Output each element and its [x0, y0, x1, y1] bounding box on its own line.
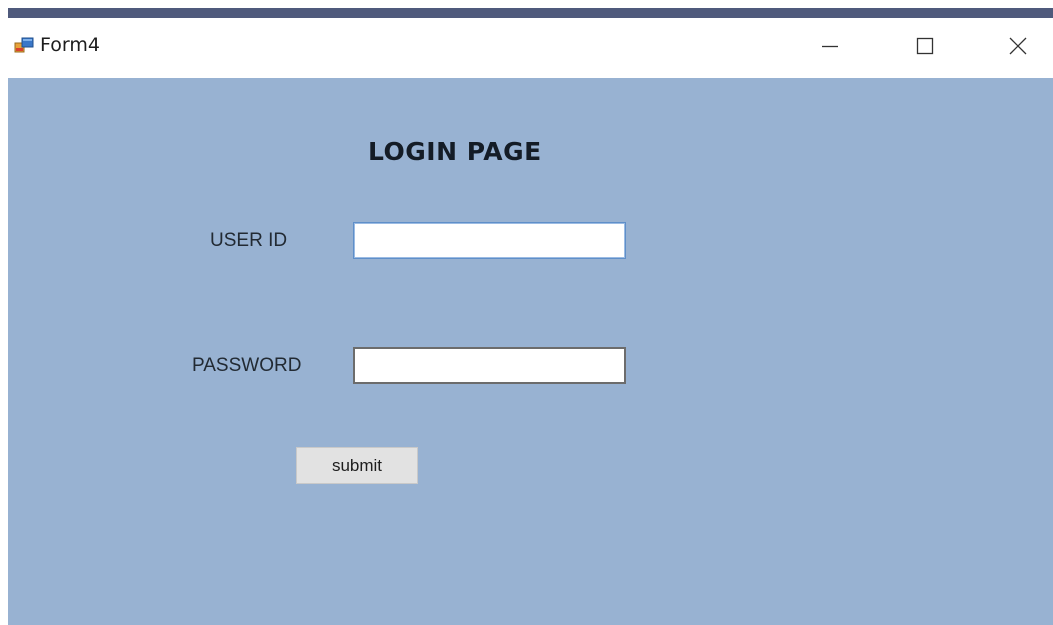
title-bar[interactable]: Form4	[8, 18, 1053, 78]
password-label: PASSWORD	[192, 355, 302, 376]
maximize-icon	[916, 37, 934, 55]
password-input[interactable]	[353, 347, 626, 384]
login-heading: LOGIN PAGE	[368, 137, 542, 166]
window-top-strip	[8, 8, 1053, 18]
minimize-button[interactable]	[800, 24, 860, 68]
submit-button[interactable]: submit	[296, 447, 418, 484]
maximize-button[interactable]	[895, 24, 955, 68]
user-id-input[interactable]	[353, 222, 626, 259]
form-app-icon	[14, 37, 34, 54]
minimize-icon	[821, 37, 839, 55]
close-icon	[1008, 36, 1028, 56]
close-button[interactable]	[988, 24, 1048, 68]
user-id-label: USER ID	[210, 230, 288, 251]
window-title: Form4	[40, 34, 100, 56]
